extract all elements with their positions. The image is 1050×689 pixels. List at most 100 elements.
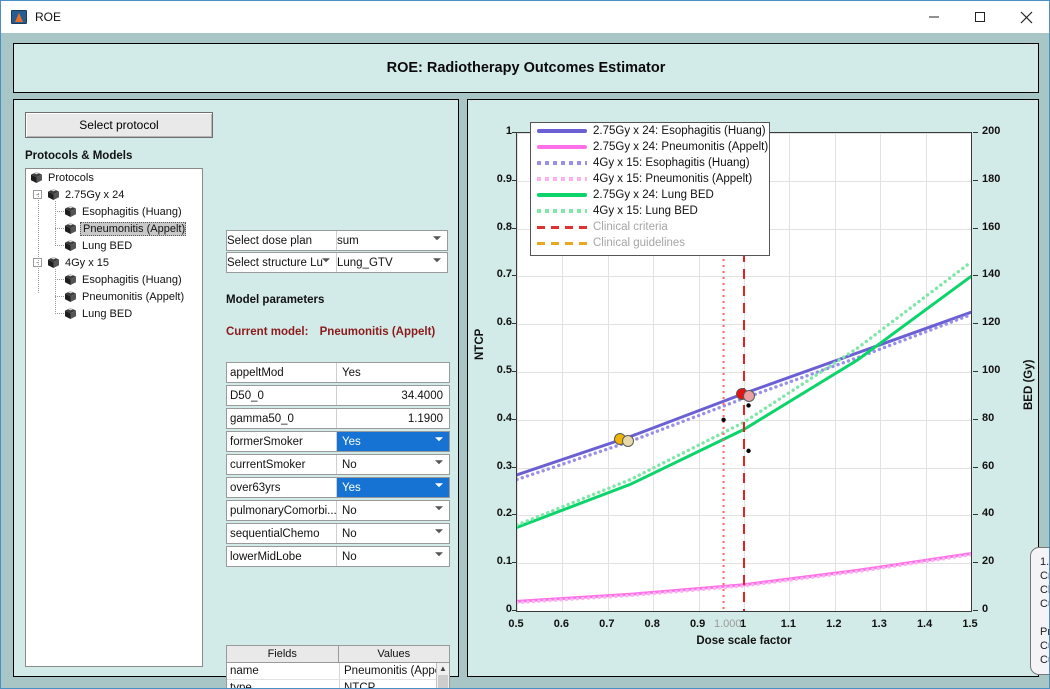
- tree-connector: [55, 269, 56, 314]
- parameter-row[interactable]: appeltMod Yes: [226, 362, 450, 383]
- parameter-value[interactable]: No: [337, 455, 449, 474]
- close-button[interactable]: [1003, 1, 1049, 33]
- current-model-value: Pneumonitis (Appelt): [319, 326, 436, 338]
- legend-swatch: [537, 241, 587, 245]
- parameter-value-text: Yes: [342, 481, 361, 494]
- select-structure-value[interactable]: Lung_GTV: [337, 253, 447, 272]
- model-parameters-table[interactable]: appeltMod Yes D50_0 34.4000 gamma50_0 1.1900 f…: [226, 362, 450, 569]
- model-cube-icon: [64, 239, 77, 252]
- chevron-down-icon: [435, 505, 443, 514]
- parameter-name: currentSmoker: [227, 455, 337, 474]
- col-header-fields: Fields: [227, 646, 339, 662]
- app-content: ROE: Radiotherapy Outcomes Estimator Sel…: [1, 33, 1049, 689]
- legend-label: 2.75Gy x 24: Lung BED: [593, 189, 714, 201]
- parameter-value[interactable]: Yes: [337, 478, 449, 497]
- parameter-row[interactable]: gamma50_0 1.1900: [226, 408, 450, 429]
- field-name: name: [227, 663, 340, 679]
- y-axis-right-tick-mark: [973, 179, 978, 181]
- y-axis-right-tick-label: 200: [982, 125, 1001, 137]
- parameter-row[interactable]: lowerMidLobe No: [226, 546, 450, 567]
- y-axis-tick-label: 0.2: [496, 507, 512, 520]
- parameter-row[interactable]: currentSmoker No: [226, 454, 450, 475]
- maximize-button[interactable]: [957, 1, 1003, 33]
- legend-item: Clinical criteria: [531, 219, 769, 235]
- scroll-up-arrow-icon[interactable]: ▲: [437, 663, 449, 674]
- table-row[interactable]: name Pneumonitis (Appel: [227, 663, 449, 680]
- window-title: ROE: [35, 10, 62, 24]
- x-axis-label: Dose scale factor: [696, 635, 792, 647]
- tree-item[interactable]: Lung BED: [26, 237, 202, 254]
- parameter-row[interactable]: sequentialChemo No: [226, 523, 450, 544]
- tree-item[interactable]: Lung BED: [26, 305, 202, 322]
- parameter-value[interactable]: 34.4000: [337, 386, 449, 405]
- tree-item-label: Lung BED: [82, 239, 133, 252]
- fields-values-body: namePneumonitis (AppeltypeNTCPabRatio3: [227, 663, 449, 689]
- select-structure-label[interactable]: Select structure Lu: [227, 253, 337, 272]
- y-axis-right-tick-label: 0: [982, 603, 989, 615]
- select-structure-row[interactable]: Select structure Lu Lung_GTV: [226, 252, 448, 273]
- plot-area: NTCP BED (Gy) Dose scale factor 1.000 00…: [474, 110, 1049, 675]
- parameter-value[interactable]: No: [337, 501, 449, 520]
- parameter-value-text: Yes: [342, 435, 361, 448]
- parameter-value-text: No: [342, 504, 357, 517]
- tree-item-label: Protocols: [48, 171, 94, 184]
- x-axis-tick-label: 1.3: [871, 618, 887, 630]
- y-axis-right-tick-mark: [973, 418, 978, 420]
- field-value: NTCP: [344, 682, 376, 689]
- minimize-button[interactable]: [911, 1, 957, 33]
- parameter-name: pulmonaryComorbi...: [227, 501, 337, 520]
- protocols-tree[interactable]: Protocols -2.75Gy x 24 Esophagitis (Huang)…: [25, 168, 203, 667]
- tree-item[interactable]: Protocols: [26, 169, 202, 186]
- select-dose-plan-value[interactable]: sum: [337, 231, 447, 250]
- callout-anchor-dot: [746, 403, 751, 408]
- x-axis-tick-label: 0.9: [689, 618, 706, 630]
- parameter-row[interactable]: pulmonaryComorbi... No: [226, 500, 450, 521]
- tree-item[interactable]: Esophagitis (Huang): [26, 203, 202, 220]
- parameter-value[interactable]: No: [337, 547, 449, 566]
- vertical-scroll-thumb[interactable]: [438, 675, 448, 688]
- select-dose-plan-row[interactable]: Select dose plan sum: [226, 230, 448, 251]
- tree-connector: [55, 279, 64, 280]
- y-axis-right-tick-mark: [973, 562, 978, 564]
- fields-values-vertical-scrollbar[interactable]: ▲ ▼: [436, 663, 449, 688]
- legend-item: 2.75Gy x 24: Pneumonitis (Appelt): [531, 139, 769, 155]
- tree-item-label: Esophagitis (Huang): [82, 205, 182, 218]
- x-axis-tick-label: 0.7: [599, 618, 615, 630]
- tree-connector: [38, 193, 39, 293]
- table-row[interactable]: type NTCP: [227, 680, 449, 689]
- parameter-row[interactable]: over63yrs Yes: [226, 477, 450, 498]
- select-protocol-button[interactable]: Select protocol: [25, 112, 213, 138]
- parameter-value[interactable]: Yes: [337, 363, 449, 382]
- tree-item[interactable]: Pneumonitis (Appelt): [26, 220, 202, 237]
- parameter-value[interactable]: No: [337, 524, 449, 543]
- tree-item-label: 4Gy x 15: [65, 256, 110, 269]
- parameter-value[interactable]: Yes: [337, 432, 449, 451]
- fields-values-table[interactable]: Fields Values name Pneumonitis (Appel type…: [226, 645, 450, 689]
- x-axis-tick-label: 1.5: [962, 618, 978, 630]
- protocols-models-label: Protocols & Models: [25, 150, 133, 162]
- tree-item-label: Lung BED: [82, 307, 133, 320]
- tree-item[interactable]: -2.75Gy x 24: [26, 186, 202, 203]
- y-axis-tick-label: 0.9: [496, 172, 512, 185]
- right-panel: NTCP BED (Gy) Dose scale factor 1.000 00…: [467, 99, 1049, 677]
- parameter-name: appeltMod: [227, 363, 337, 382]
- chevron-down-icon: [433, 235, 441, 244]
- gridline-vertical: [971, 133, 972, 611]
- chevron-down-icon: [435, 436, 443, 445]
- banner-panel: ROE: Radiotherapy Outcomes Estimator: [13, 43, 1039, 93]
- parameter-row[interactable]: D50_0 34.4000: [226, 385, 450, 406]
- legend-label: 4Gy x 15: Esophagitis (Huang): [593, 157, 750, 169]
- model-cube-icon: [64, 290, 77, 303]
- tree-item[interactable]: -4Gy x 15: [26, 254, 202, 271]
- parameter-row[interactable]: formerSmoker Yes: [226, 431, 450, 452]
- tree-connector: [55, 313, 64, 314]
- y-axis-right-tick-mark: [973, 514, 978, 516]
- y-axis-right-tick-mark: [973, 227, 978, 229]
- model-cube-icon: [64, 205, 77, 218]
- chevron-down-icon: [322, 257, 330, 266]
- tree-item[interactable]: Esophagitis (Huang): [26, 271, 202, 288]
- tree-item[interactable]: Pneumonitis (Appelt): [26, 288, 202, 305]
- parameter-value[interactable]: 1.1900: [337, 409, 449, 428]
- legend-label: 4Gy x 15: Pneumonitis (Appelt): [593, 173, 753, 185]
- tree-connector: [55, 296, 64, 297]
